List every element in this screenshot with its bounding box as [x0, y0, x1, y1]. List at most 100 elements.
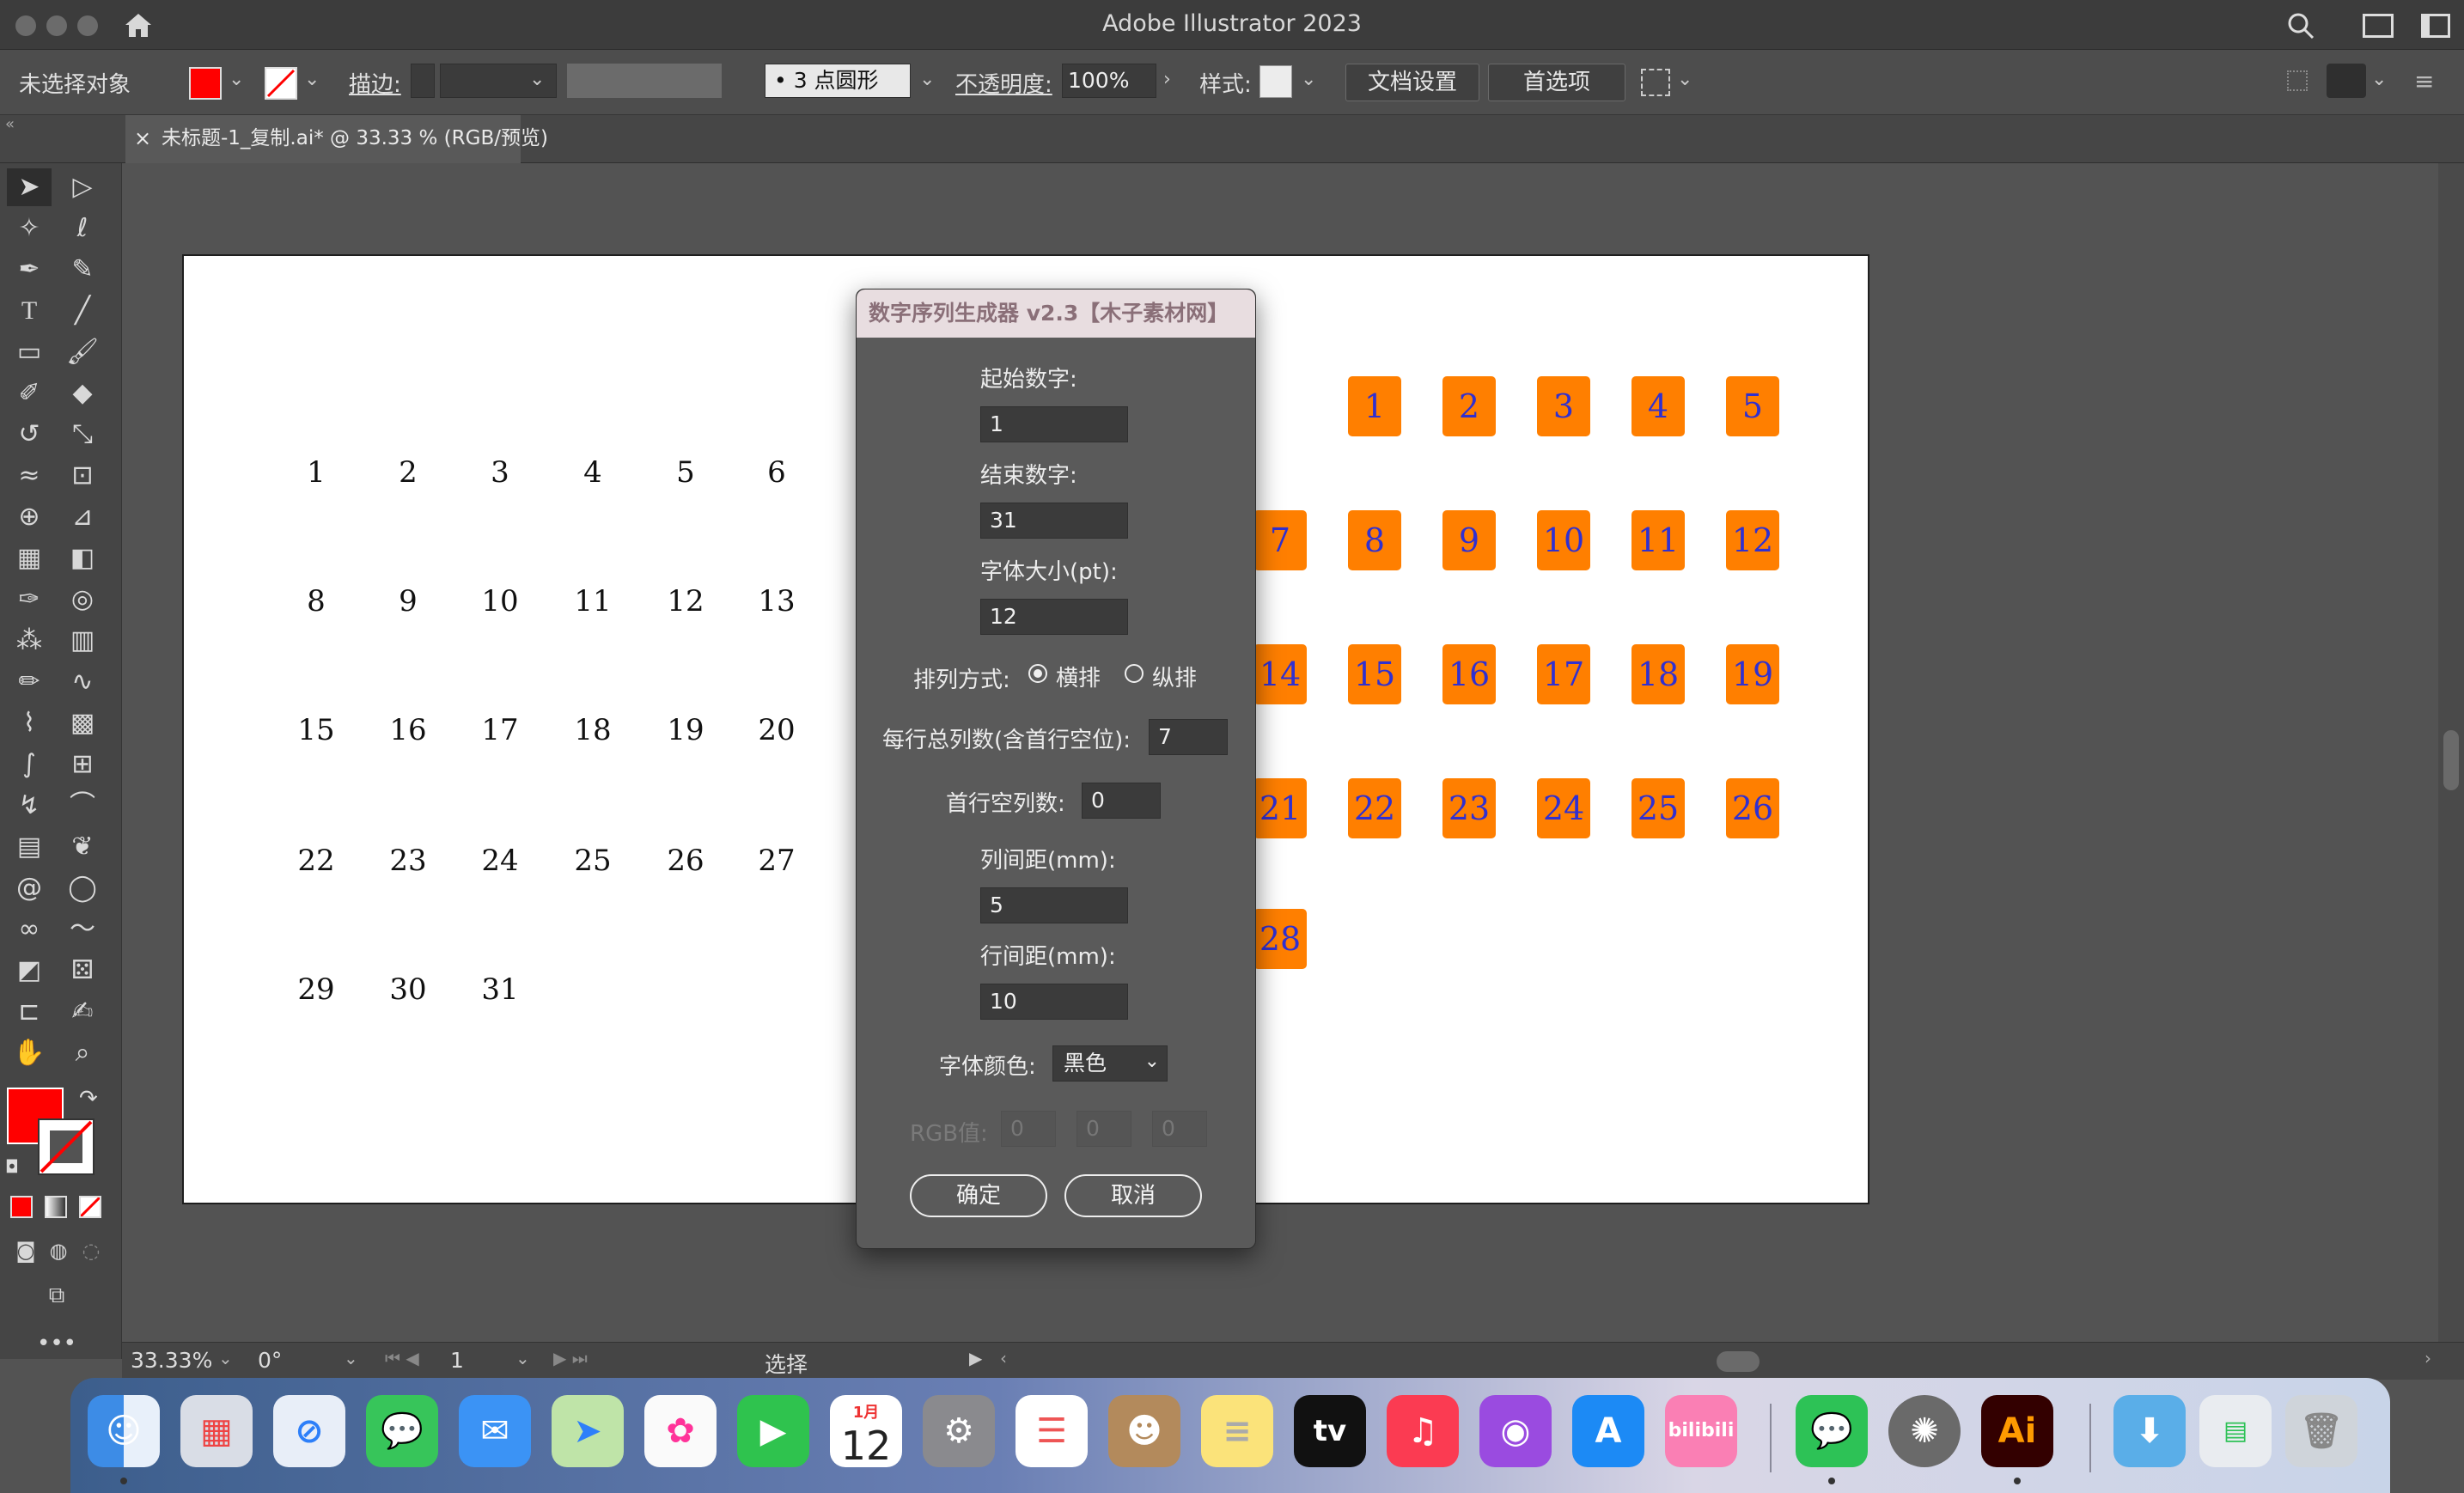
- stroke-color-swatch[interactable]: [265, 67, 297, 100]
- bilibili-icon[interactable]: bilibili: [1665, 1395, 1737, 1467]
- rectangle-tool-icon[interactable]: ▭: [7, 333, 52, 371]
- magic-wand-tool-icon[interactable]: ✧: [7, 210, 52, 247]
- close-tab-icon[interactable]: ×: [134, 115, 151, 161]
- perspective-grid-tool-icon[interactable]: ⊿: [60, 498, 105, 536]
- boxed-number[interactable]: 12: [1726, 510, 1779, 570]
- messages-icon[interactable]: 💬: [366, 1395, 438, 1467]
- line-tool-icon[interactable]: ╱: [60, 292, 105, 330]
- calendar-icon[interactable]: 1月 12: [830, 1395, 902, 1469]
- boxed-number[interactable]: 1: [1348, 376, 1401, 436]
- recent-documents-stack-icon[interactable]: ▤: [2199, 1395, 2272, 1467]
- measure-tool-icon[interactable]: ✍: [60, 993, 105, 1031]
- wechat-icon[interactable]: 💬: [1796, 1395, 1868, 1467]
- rgb-g-input[interactable]: 0: [1076, 1111, 1131, 1147]
- columns-per-row-input[interactable]: 7: [1149, 719, 1228, 755]
- chevron-down-icon[interactable]: ⌄: [229, 69, 244, 90]
- preferences-button[interactable]: 首选项: [1488, 64, 1625, 101]
- plain-number[interactable]: 25: [558, 844, 627, 878]
- path-eraser-tool-icon[interactable]: 〜: [60, 911, 105, 948]
- chevron-down-icon[interactable]: ⌄: [1301, 69, 1316, 90]
- curvature-tool-icon[interactable]: ✎: [60, 251, 105, 289]
- plain-number[interactable]: 26: [651, 844, 720, 878]
- plain-number[interactable]: 11: [558, 584, 627, 619]
- boxed-number[interactable]: 16: [1442, 644, 1496, 704]
- shaper-tool-icon[interactable]: ✐: [7, 375, 52, 412]
- facetime-icon[interactable]: ▶: [737, 1395, 809, 1467]
- start-number-input[interactable]: 1: [980, 406, 1128, 442]
- properties-panel-icon[interactable]: [2327, 64, 2366, 98]
- eyedropper-tool-icon[interactable]: ✑: [7, 581, 52, 619]
- apple-tv-icon[interactable]: tv: [1294, 1395, 1366, 1467]
- opacity-input[interactable]: 100%: [1062, 64, 1156, 98]
- rotation-value[interactable]: 0°: [258, 1348, 282, 1373]
- plain-number[interactable]: 31: [466, 972, 534, 1007]
- chevron-down-icon[interactable]: ⌄: [304, 69, 320, 90]
- chevron-down-icon[interactable]: ⌄: [529, 69, 545, 90]
- contacts-icon[interactable]: ☻: [1108, 1395, 1180, 1467]
- stroke-label[interactable]: 描边:: [349, 67, 401, 99]
- scroll-right-icon[interactable]: ›: [2424, 1348, 2431, 1368]
- boxed-number[interactable]: 10: [1537, 510, 1590, 570]
- next-artboard-icon[interactable]: ▶ ⏭: [553, 1348, 588, 1368]
- chevron-down-icon[interactable]: ⌄: [2371, 69, 2387, 90]
- arrange-horizontal-label[interactable]: 横排: [1056, 661, 1101, 692]
- more-tools-icon[interactable]: •••: [34, 1325, 79, 1362]
- plain-number[interactable]: 6: [742, 455, 811, 490]
- app-store-icon[interactable]: A: [1572, 1395, 1644, 1467]
- horizontal-scroll-thumb[interactable]: [1717, 1351, 1760, 1372]
- plain-number[interactable]: 10: [466, 584, 534, 619]
- chevron-down-icon[interactable]: ⌄: [218, 1348, 233, 1368]
- document-tab[interactable]: × 未标题-1_复制.ai* @ 33.33 % (RGB/预览): [125, 115, 548, 163]
- type-tool-icon[interactable]: T: [7, 292, 52, 330]
- width-tool-icon[interactable]: ∫: [7, 746, 52, 783]
- color-mode-icon[interactable]: [10, 1196, 33, 1218]
- plain-number[interactable]: 5: [651, 455, 720, 490]
- graphic-style-swatch[interactable]: [1259, 65, 1292, 98]
- boxed-number[interactable]: 24: [1537, 778, 1590, 838]
- boxed-number[interactable]: 14: [1253, 644, 1307, 704]
- chevron-right-icon[interactable]: ›: [1163, 69, 1171, 90]
- plain-number[interactable]: 23: [374, 844, 442, 878]
- live-paint-tool-icon[interactable]: ❦: [60, 828, 105, 866]
- document-setup-button[interactable]: 文档设置: [1345, 64, 1479, 101]
- swap-colors-icon[interactable]: ↷: [79, 1086, 98, 1112]
- draw-inside-icon[interactable]: ◌: [69, 1232, 113, 1270]
- finder-icon[interactable]: ☺: [88, 1395, 160, 1467]
- ruler-tool-icon[interactable]: ▤: [7, 828, 52, 866]
- variable-width-profile[interactable]: [567, 64, 722, 98]
- plain-number[interactable]: 20: [742, 713, 811, 747]
- boxed-number[interactable]: 7: [1253, 510, 1307, 570]
- free-transform-tool-icon[interactable]: ⊡: [60, 457, 105, 495]
- join-tool-icon[interactable]: ⌒: [60, 787, 105, 825]
- boxed-number[interactable]: 19: [1726, 644, 1779, 704]
- stroke-swatch[interactable]: [38, 1118, 95, 1175]
- reminders-icon[interactable]: ☰: [1015, 1395, 1088, 1467]
- boxed-number[interactable]: 22: [1348, 778, 1401, 838]
- slice-tool-icon[interactable]: ◩: [7, 952, 52, 990]
- boxed-number[interactable]: 9: [1442, 510, 1496, 570]
- mesh-tool-icon[interactable]: ▦: [7, 539, 52, 577]
- rgb-r-input[interactable]: 0: [1001, 1111, 1056, 1147]
- gradient-tool-icon[interactable]: ◧: [60, 539, 105, 577]
- trash-icon[interactable]: 🗑: [2285, 1395, 2357, 1467]
- blob-brush-tool-icon[interactable]: ⌇: [7, 704, 52, 742]
- dice-tool-icon[interactable]: ⚄: [60, 952, 105, 990]
- opacity-label[interactable]: 不透明度:: [955, 67, 1052, 99]
- illustrator-icon[interactable]: Ai: [1981, 1395, 2053, 1467]
- arrange-vertical-radio[interactable]: [1125, 664, 1144, 683]
- font-size-input[interactable]: 12: [980, 599, 1128, 635]
- panel-menu-icon[interactable]: ≡: [2414, 67, 2434, 95]
- cancel-button[interactable]: 取消: [1064, 1174, 1202, 1217]
- scale-tool-icon[interactable]: ⤡: [60, 416, 105, 454]
- puppet-warp-tool-icon[interactable]: ↯: [7, 787, 52, 825]
- plain-number[interactable]: 24: [466, 844, 534, 878]
- plain-number[interactable]: 27: [742, 844, 811, 878]
- crop-image-tool-icon[interactable]: ⊞: [60, 746, 105, 783]
- arrange-vertical-label[interactable]: 纵排: [1152, 661, 1197, 692]
- zoom-tool-icon[interactable]: ⌕: [60, 1034, 105, 1072]
- brush-definition-select[interactable]: • 3 点圆形: [765, 64, 911, 98]
- first-artboard-icon[interactable]: ⏮ ◀: [385, 1348, 419, 1368]
- blend-tool-icon[interactable]: ◎: [60, 581, 105, 619]
- boxed-number[interactable]: 17: [1537, 644, 1590, 704]
- artboard-tool-icon[interactable]: ▩: [60, 704, 105, 742]
